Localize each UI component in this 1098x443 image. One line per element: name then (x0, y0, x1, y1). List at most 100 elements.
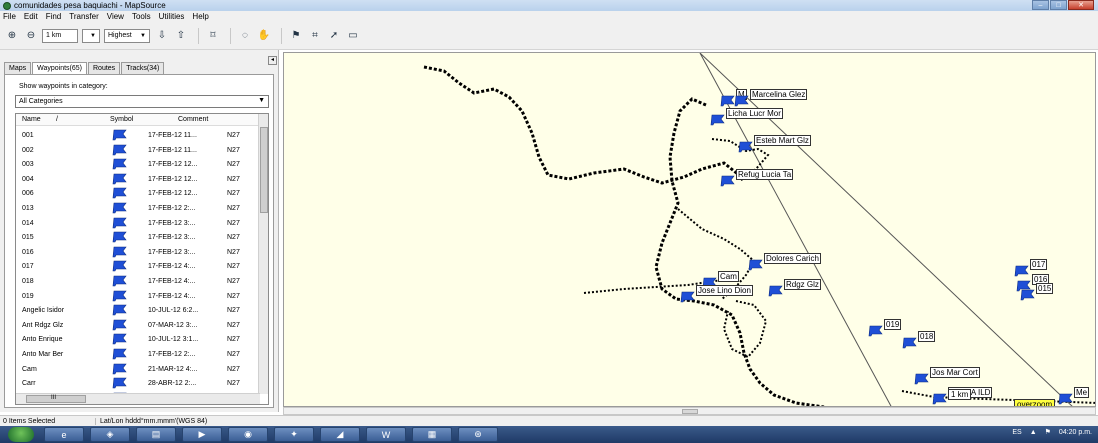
route-tool-icon[interactable]: ⌗ (307, 28, 323, 44)
explorer-app-icon[interactable]: ◈ (90, 427, 130, 442)
waypoint-position: N27 (227, 321, 240, 329)
map-waypoint[interactable]: Jose Lino Dion (680, 285, 753, 305)
list-hscroll-thumb[interactable]: III (26, 395, 86, 403)
collapse-panel-icon[interactable]: ◂ (268, 56, 277, 65)
map-waypoint[interactable]: Licha Lucr Mor (710, 108, 783, 128)
waypoint-comment: 17-FEB-12 4:... (148, 278, 196, 285)
menu-tools[interactable]: Tools (132, 12, 151, 21)
detail-select[interactable]: Highest ▼ (104, 28, 150, 43)
toolbar-separator (230, 27, 231, 44)
map-waypoint[interactable]: Marcelina Glez (734, 89, 808, 109)
menu-edit[interactable]: Edit (24, 12, 38, 21)
list-scroll-thumb[interactable] (260, 127, 268, 213)
tab-maps[interactable]: Maps (4, 62, 32, 74)
map-waypoint[interactable]: Dolores Carich (748, 253, 821, 273)
receive-from-device-icon[interactable]: ⇩ (154, 28, 170, 44)
zoom-out-icon[interactable]: ⊖ (23, 28, 39, 44)
minimize-button[interactable]: – (1032, 0, 1049, 10)
map-waypoint[interactable]: 018 (902, 331, 936, 351)
list-horizontal-scrollbar[interactable]: III (16, 393, 260, 404)
send-to-device-icon[interactable]: ⇧ (173, 28, 189, 44)
map-waypoint[interactable]: 019 (868, 319, 902, 339)
menu-view[interactable]: View (107, 12, 124, 21)
map-waypoint[interactable]: Esteb Mart Glz (738, 135, 811, 155)
status-selected: 0 Items Selected (0, 417, 96, 425)
tab-tracks[interactable]: Tracks(34) (121, 62, 165, 74)
list-vertical-scrollbar[interactable] (258, 114, 268, 394)
selection-arrow-icon[interactable]: ➚ (326, 28, 342, 44)
map-app-icon[interactable]: ◢ (320, 427, 360, 442)
map-waypoint[interactable]: 015 (1020, 283, 1054, 303)
zoom-scale-select[interactable]: 1 km (42, 28, 78, 43)
table-row[interactable]: 015 17-FEB-12 3:... N27 (16, 230, 260, 245)
zoom-scale-dropdown[interactable]: ▼ (82, 28, 100, 43)
zoom-magnifier-icon[interactable]: ◌ (237, 28, 253, 44)
waypoint-position: N27 (227, 248, 240, 256)
tray-arrow-icon[interactable]: ▲ (1030, 429, 1037, 436)
waypoint-position: N27 (227, 234, 240, 242)
mapsource-taskbar-icon[interactable]: ⊛ (458, 427, 498, 442)
zoom-in-icon[interactable]: ⊕ (4, 28, 20, 44)
title-bar: comunidades pesa baquiachi - MapSource –… (0, 0, 1098, 11)
menu-file[interactable]: File (3, 12, 16, 21)
table-row[interactable]: Anto Mar Ber 17-FEB-12 2:... N27 (16, 347, 260, 362)
waypoint-list[interactable]: Name / Symbol Comment 001 17-FEB-12 11...… (15, 113, 269, 405)
table-row[interactable]: 013 17-FEB-12 2:... N27 (16, 201, 260, 216)
map-view[interactable]: M Marcelina Glez Licha Lucr Mor Esteb Mart … (283, 52, 1096, 407)
zoom-tool-icon[interactable]: ⌑ (205, 28, 221, 44)
map-waypoint[interactable]: Jos Mar Cort (914, 367, 980, 387)
clock[interactable]: 04:20 p.m. (1059, 429, 1092, 436)
tab-routes[interactable]: Routes (88, 62, 121, 74)
table-row[interactable]: 018 17-FEB-12 4:... N27 (16, 274, 260, 289)
network-app-icon[interactable]: ✦ (274, 427, 314, 442)
firefox-icon[interactable]: ◉ (228, 427, 268, 442)
map-horizontal-scrollbar[interactable] (283, 407, 1096, 415)
folder-icon[interactable]: ▤ (136, 427, 176, 442)
table-row[interactable]: 002 17-FEB-12 11... N27 (16, 143, 260, 158)
start-button-icon[interactable] (8, 427, 34, 442)
waypoint-name: 003 (22, 161, 34, 169)
table-row[interactable]: Anto Enrique 10-JUL-12 3:1... N27 (16, 332, 260, 347)
waypoint-flag-icon[interactable]: ⚑ (288, 28, 304, 44)
table-row[interactable]: 001 17-FEB-12 11... N27 (16, 128, 260, 143)
column-header-name[interactable]: Name (22, 116, 41, 123)
table-row[interactable]: 016 17-FEB-12 3:... N27 (16, 245, 260, 260)
waypoint-label: Esteb Mart Glz (754, 135, 811, 146)
map-scroll-thumb[interactable] (682, 409, 698, 414)
table-row[interactable]: 019 17-FEB-12 4:... N27 (16, 289, 260, 304)
slides-app-icon[interactable]: ▦ (412, 427, 452, 442)
language-indicator[interactable]: ES (1012, 429, 1021, 436)
waypoint-label: Dolores Carich (764, 253, 821, 264)
table-row[interactable]: 006 17-FEB-12 12... N27 (16, 186, 260, 201)
table-row[interactable]: Ant Rdgz Glz 07-MAR-12 3:... N27 (16, 318, 260, 333)
media-player-icon[interactable]: ▶ (182, 427, 222, 442)
table-row[interactable]: 003 17-FEB-12 12... N27 (16, 157, 260, 172)
map-waypoint[interactable]: Refug Lucia Ta (720, 169, 794, 189)
hand-pan-icon[interactable]: ✋ (256, 28, 272, 44)
waypoint-name: Carr (22, 380, 36, 388)
table-row[interactable]: Cam 21-MAR-12 4:... N27 (16, 362, 260, 377)
flag-icon[interactable]: ⚑ (1045, 428, 1051, 436)
menu-help[interactable]: Help (192, 12, 208, 21)
table-row[interactable]: Carr 28-ABR-12 2:... N27 (16, 376, 260, 391)
category-select[interactable]: All Categories ▼ (15, 95, 269, 108)
maximize-button[interactable]: □ (1050, 0, 1067, 10)
menu-utilities[interactable]: Utilities (159, 12, 185, 21)
column-header-comment[interactable]: Comment (178, 116, 208, 123)
waypoint-comment: 10-JUL-12 3:1... (148, 336, 199, 344)
map-waypoint[interactable]: Rdgz Glz (768, 279, 821, 299)
close-button[interactable]: ✕ (1068, 0, 1094, 10)
distance-ruler-icon[interactable]: ▭ (345, 28, 361, 44)
table-row[interactable]: Angelic Isidor 10-JUL-12 6:2... N27 (16, 303, 260, 318)
column-header-symbol[interactable]: Symbol (110, 116, 133, 123)
menu-find[interactable]: Find (46, 12, 62, 21)
map-waypoint[interactable]: Me (1058, 387, 1090, 406)
table-row[interactable]: 014 17-FEB-12 3:... N27 (16, 216, 260, 231)
waypoint-comment: 17-FEB-12 12... (148, 175, 198, 183)
ie-browser-icon[interactable]: e (44, 427, 84, 442)
word-app-icon[interactable]: W (366, 427, 406, 442)
table-row[interactable]: 017 17-FEB-12 4:... N27 (16, 259, 260, 274)
table-row[interactable]: 004 17-FEB-12 12... N27 (16, 172, 260, 187)
menu-transfer[interactable]: Transfer (69, 12, 99, 21)
taskbar: e ◈ ▤ ▶ ◉ ✦ ◢ W ▦ ⊛ ES ▲ ⚑ 04:20 p.m. (0, 426, 1098, 443)
